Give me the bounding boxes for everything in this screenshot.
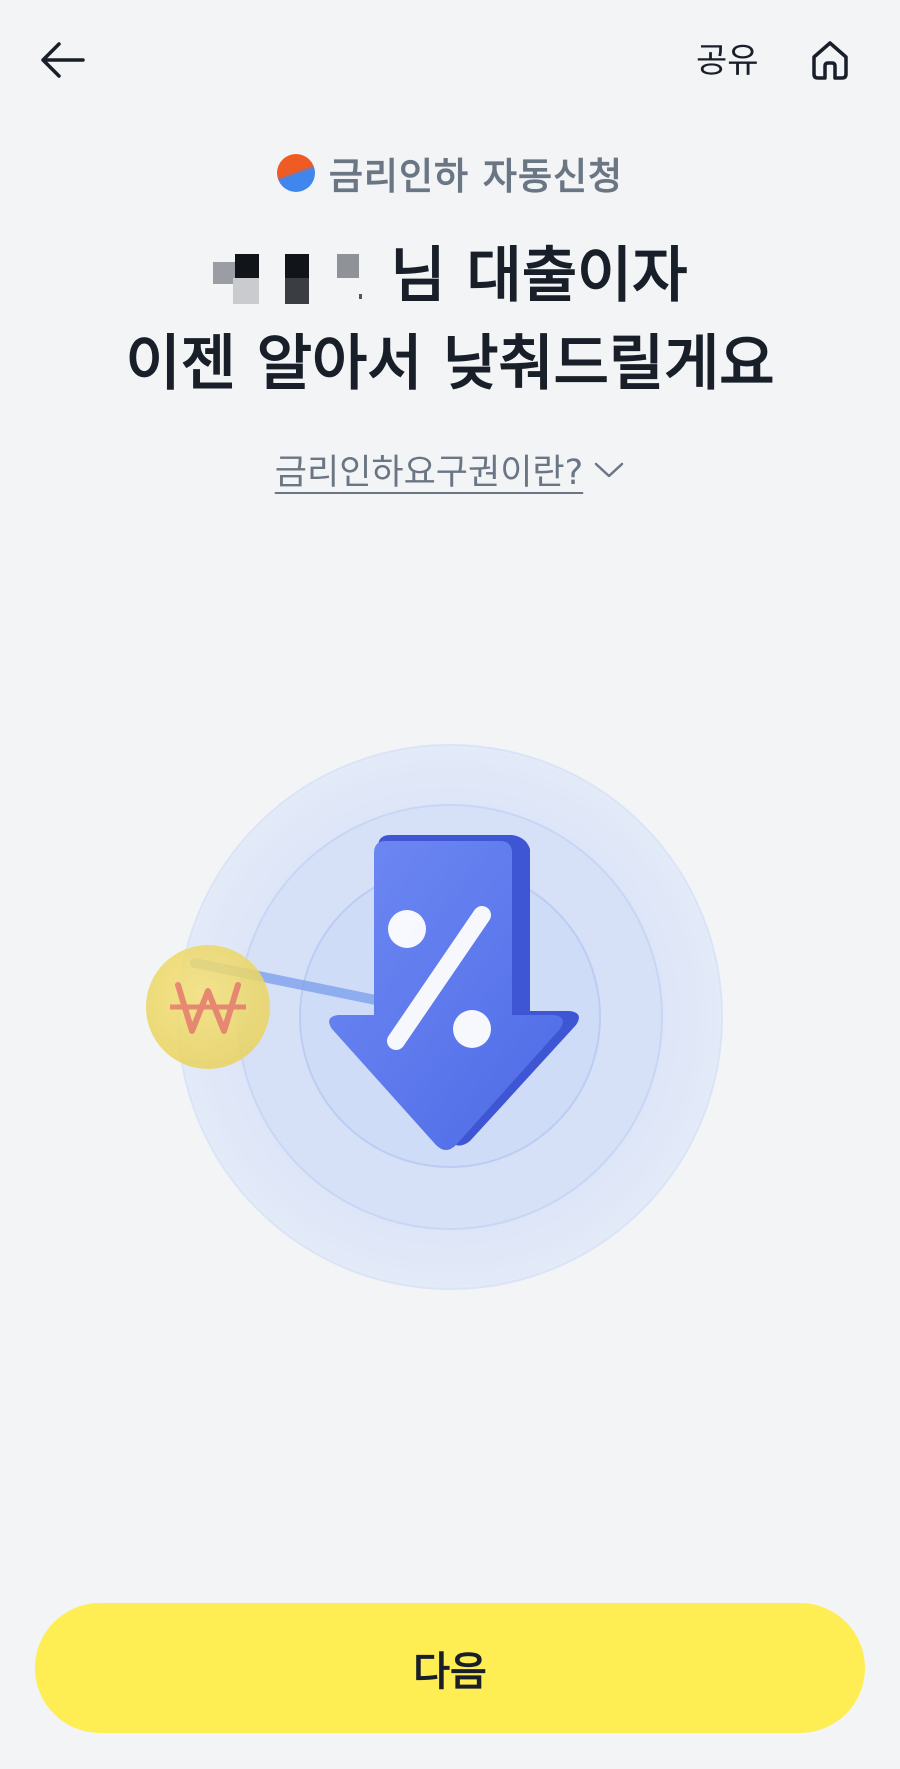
faq-link[interactable]: 금리인하요구권이란? — [0, 444, 900, 495]
home-button[interactable] — [800, 30, 860, 90]
masked-user-name — [212, 248, 381, 304]
faq-link-label: 금리인하요구권이란? — [274, 453, 584, 493]
headline-line-1-text: 님 대출이자 — [390, 241, 688, 311]
service-label: 금리인하 자동신청 — [0, 146, 900, 200]
arrow-left-icon — [41, 42, 85, 78]
headline-line-1: 님 대출이자 — [0, 232, 900, 320]
back-button[interactable] — [32, 30, 92, 90]
service-label-text: 금리인하 자동신청 — [328, 155, 624, 198]
headline: 님 대출이자 이젠 알아서 낮춰드릴게요 — [0, 232, 900, 408]
won-coin-icon — [146, 945, 270, 1069]
taegeuk-dot-icon — [276, 154, 315, 192]
top-bar: 공유 — [0, 0, 900, 125]
share-button[interactable]: 공유 — [696, 34, 759, 88]
next-button[interactable]: 다음 — [35, 1603, 865, 1733]
chevron-down-icon — [594, 462, 624, 477]
home-icon — [812, 41, 848, 80]
headline-line-2: 이젠 알아서 낮춰드릴게요 — [125, 329, 775, 399]
rate-down-illustration — [140, 735, 740, 1295]
